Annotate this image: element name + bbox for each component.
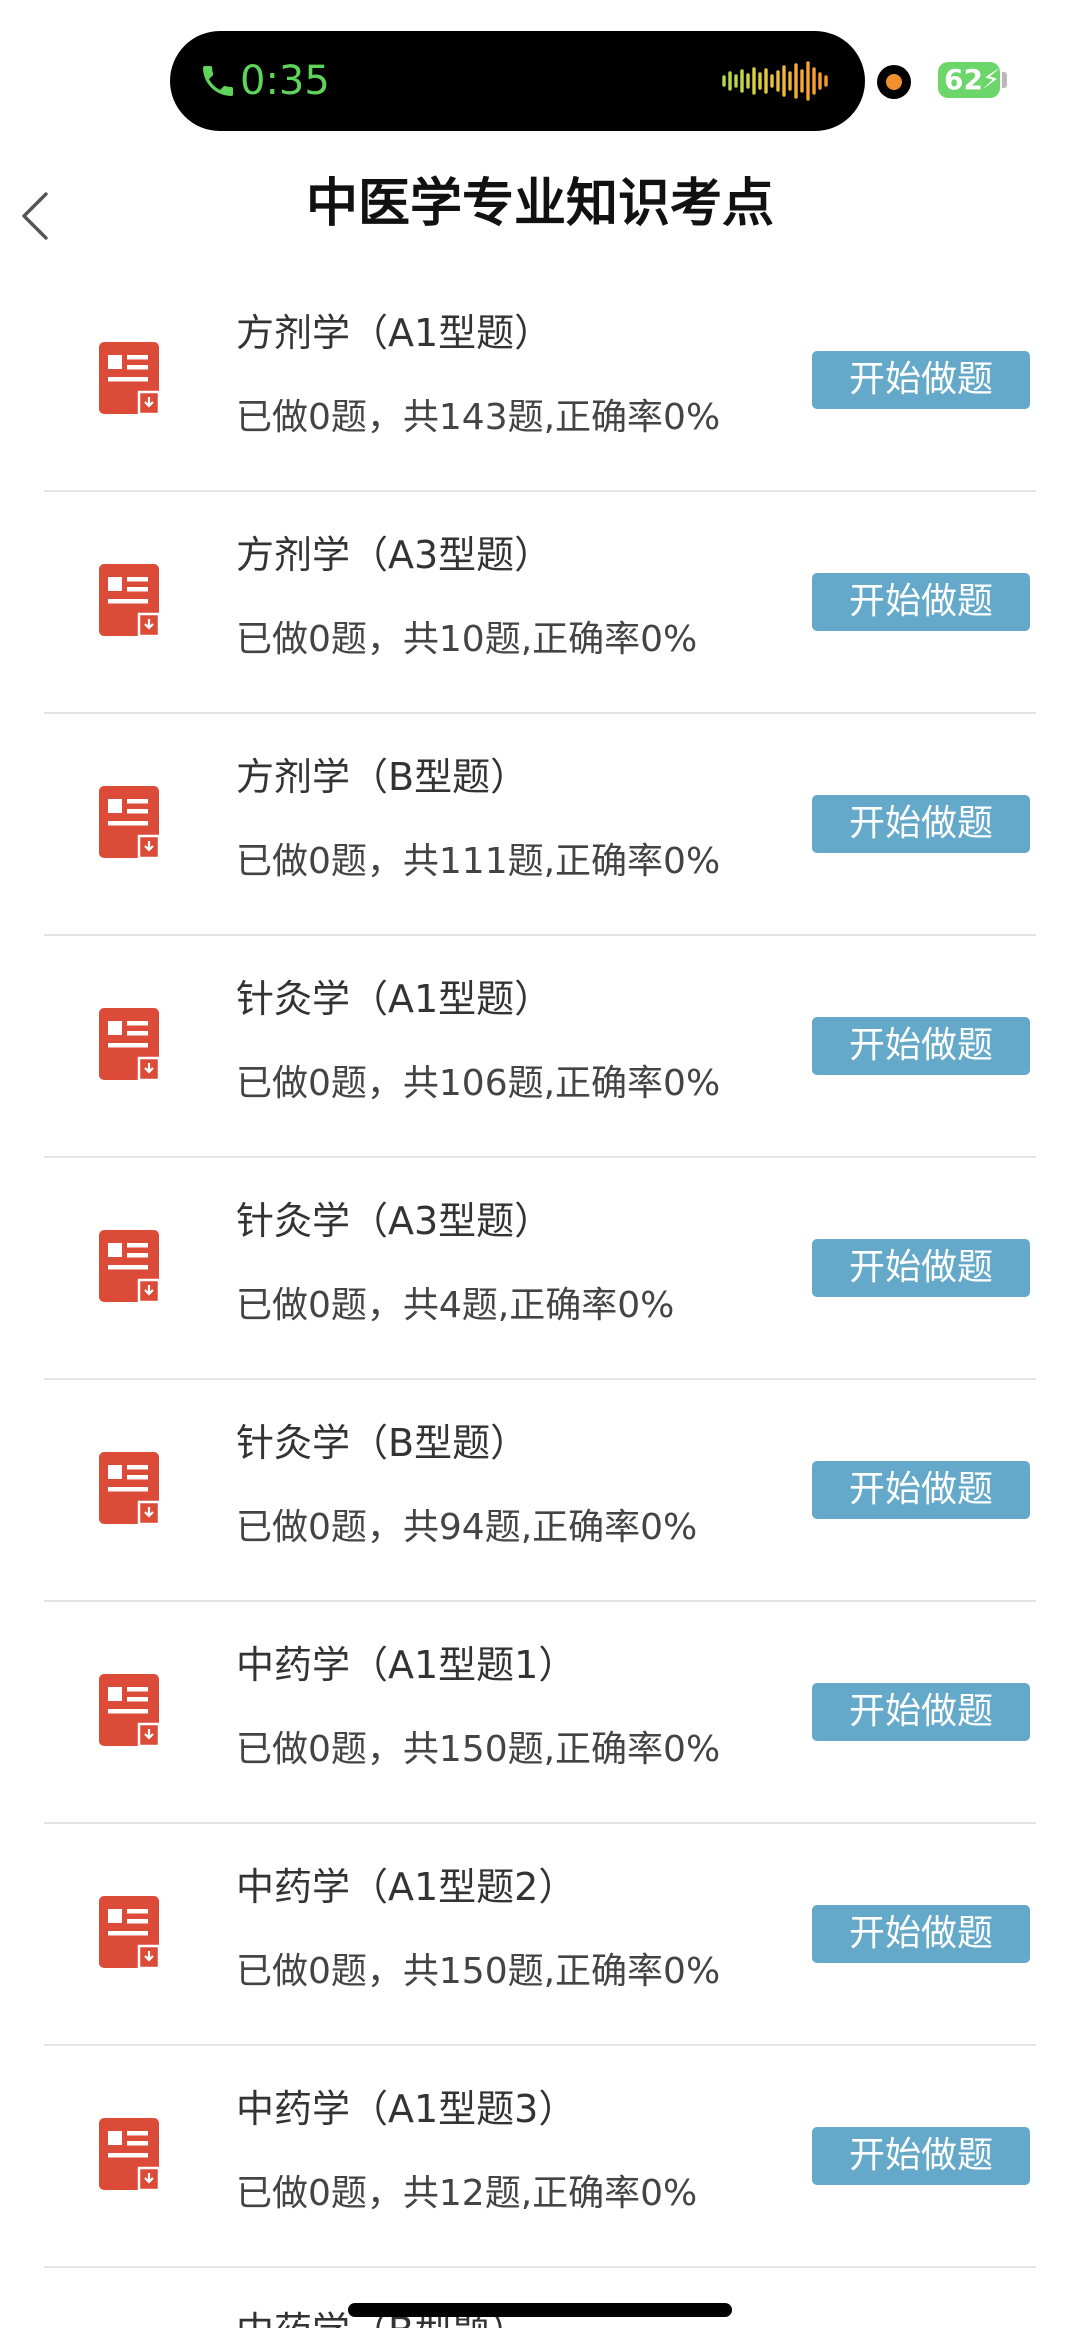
topic-list: 方剂学（A1型题） 已做0题，共143题,正确率0% 开始做题 方剂学（A3型题… xyxy=(0,270,1080,2328)
exam-document-icon xyxy=(99,1008,161,1082)
list-item[interactable]: 方剂学（A3型题） 已做0题，共10题,正确率0% 开始做题 xyxy=(44,492,1036,714)
exam-document-icon xyxy=(99,786,161,860)
list-item[interactable]: 中药学（A1型题2） 已做0题，共150题,正确率0% 开始做题 xyxy=(44,1824,1036,2046)
battery-cap xyxy=(1002,72,1007,88)
charging-bolt-icon: ⚡ xyxy=(982,65,1001,95)
navigation-bar: 中医学专业知识考点 xyxy=(0,150,1080,270)
audio-waveform-icon xyxy=(722,61,828,101)
phone-icon xyxy=(203,66,233,96)
topic-title: 针灸学（B型题） xyxy=(236,1421,529,1465)
start-quiz-button[interactable]: 开始做题 xyxy=(812,795,1030,853)
topic-progress: 已做0题，共150题,正确率0% xyxy=(236,1729,721,1770)
list-item[interactable]: 针灸学（A1型题） 已做0题，共106题,正确率0% 开始做题 xyxy=(44,936,1036,1158)
exam-document-icon xyxy=(99,1230,161,1304)
status-bar: 0:35 62 ⚡ xyxy=(0,0,1080,150)
topic-title: 方剂学（A3型题） xyxy=(236,533,553,577)
list-item[interactable]: 针灸学（B型题） 已做0题，共94题,正确率0% 开始做题 xyxy=(44,1380,1036,1602)
home-indicator[interactable] xyxy=(348,2303,732,2317)
battery-icon: 62 ⚡ xyxy=(938,62,1000,98)
topic-title: 方剂学（A1型题） xyxy=(236,311,553,355)
list-item[interactable]: 中药学（A1型题3） 已做0题，共12题,正确率0% 开始做题 xyxy=(44,2046,1036,2268)
exam-document-icon xyxy=(99,342,161,416)
topic-title: 中药学（A1型题1） xyxy=(236,1643,577,1687)
topic-progress: 已做0题，共106题,正确率0% xyxy=(236,1063,721,1104)
dynamic-island[interactable]: 0:35 xyxy=(170,31,865,131)
topic-title: 中药学（A1型题2） xyxy=(236,1865,577,1909)
exam-document-icon xyxy=(99,1674,161,1748)
start-quiz-button[interactable]: 开始做题 xyxy=(812,2127,1030,2185)
list-item[interactable]: 方剂学（A1型题） 已做0题，共143题,正确率0% 开始做题 xyxy=(44,270,1036,492)
exam-document-icon xyxy=(99,1452,161,1526)
exam-document-icon xyxy=(99,2118,161,2192)
topic-progress: 已做0题，共4题,正确率0% xyxy=(236,1285,675,1326)
list-item[interactable]: 针灸学（A3型题） 已做0题，共4题,正确率0% 开始做题 xyxy=(44,1158,1036,1380)
topic-progress: 已做0题，共111题,正确率0% xyxy=(236,841,721,882)
topic-title: 中药学（A1型题3） xyxy=(236,2087,577,2131)
topic-progress: 已做0题，共10题,正确率0% xyxy=(236,619,698,660)
exam-document-icon xyxy=(99,1896,161,1970)
start-quiz-button[interactable]: 开始做题 xyxy=(812,573,1030,631)
topic-progress: 已做0题，共150题,正确率0% xyxy=(236,1951,721,1992)
list-item[interactable]: 中药学（A1型题1） 已做0题，共150题,正确率0% 开始做题 xyxy=(44,1602,1036,1824)
start-quiz-button[interactable]: 开始做题 xyxy=(812,1683,1030,1741)
topic-progress: 已做0题，共94题,正确率0% xyxy=(236,1507,698,1548)
list-item[interactable]: 中药学（B型题） xyxy=(44,2268,1036,2328)
topic-title: 针灸学（A1型题） xyxy=(236,977,553,1021)
start-quiz-button[interactable]: 开始做题 xyxy=(812,1461,1030,1519)
start-quiz-button[interactable]: 开始做题 xyxy=(812,1239,1030,1297)
start-quiz-button[interactable]: 开始做题 xyxy=(812,1905,1030,1963)
list-item[interactable]: 方剂学（B型题） 已做0题，共111题,正确率0% 开始做题 xyxy=(44,714,1036,936)
page-title: 中医学专业知识考点 xyxy=(305,174,774,234)
start-quiz-button[interactable]: 开始做题 xyxy=(812,351,1030,409)
call-duration: 0:35 xyxy=(240,58,330,104)
topic-title: 方剂学（B型题） xyxy=(236,755,529,799)
start-quiz-button[interactable]: 开始做题 xyxy=(812,1017,1030,1075)
topic-progress: 已做0题，共143题,正确率0% xyxy=(236,397,721,438)
exam-document-icon xyxy=(99,564,161,638)
topic-progress: 已做0题，共12题,正确率0% xyxy=(236,2173,698,2214)
topic-title: 针灸学（A3型题） xyxy=(236,1199,553,1243)
recording-indicator-icon xyxy=(877,65,911,99)
